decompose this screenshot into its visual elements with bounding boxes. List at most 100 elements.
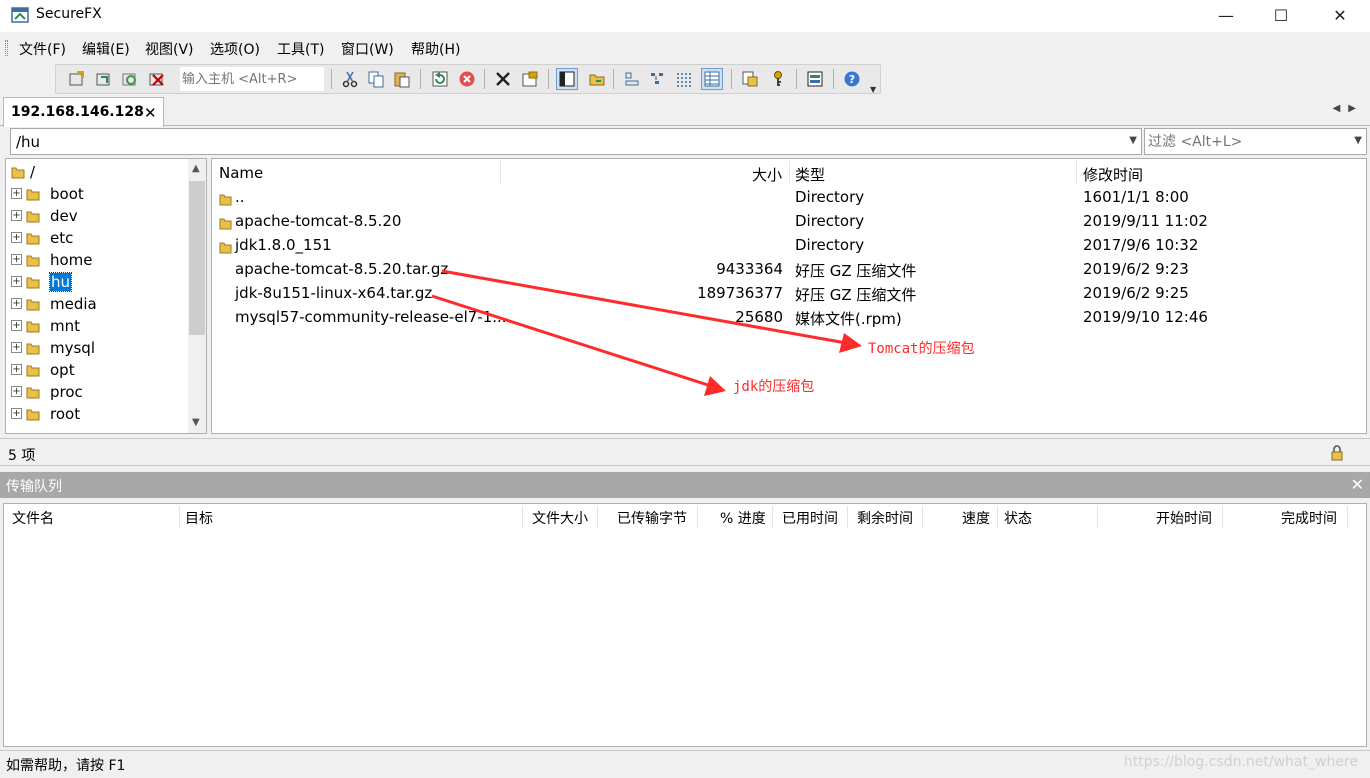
menu-file[interactable]: 文件(F) [19,39,66,59]
column-divider[interactable] [772,506,773,528]
menu-view[interactable]: 视图(V) [145,39,194,59]
quick-connect-icon[interactable] [93,68,115,90]
expand-plus-icon[interactable]: + [11,232,22,243]
menu-window[interactable]: 窗口(W) [341,39,394,59]
tree-root[interactable]: / [6,161,186,183]
tree-item-hu[interactable]: + hu [6,271,186,293]
host-input[interactable] [180,67,324,91]
expand-plus-icon[interactable]: + [11,408,22,419]
scroll-down-icon[interactable]: ▼ [192,417,200,428]
expand-plus-icon[interactable]: + [11,254,22,265]
tree-item-proc[interactable]: + proc [6,381,186,403]
paste-icon[interactable] [391,68,413,90]
column-header-modified[interactable]: 修改时间 [1083,164,1143,185]
column-divider[interactable] [179,506,180,528]
scroll-up-icon[interactable]: ▲ [192,163,200,174]
column-divider[interactable] [1076,161,1077,183]
menu-edit[interactable]: 编辑(E) [82,39,130,59]
filter-combobox[interactable]: ▼ [1144,128,1367,155]
properties-icon[interactable] [519,68,541,90]
column-divider[interactable] [1097,506,1098,528]
tree-item-dev[interactable]: + dev [6,205,186,227]
column-divider[interactable] [597,506,598,528]
details-view-icon[interactable] [701,68,723,90]
view-pane-icon[interactable] [556,68,578,90]
column-divider[interactable] [789,161,790,183]
queue-column-progress[interactable]: % 进度 [720,508,766,528]
expand-plus-icon[interactable]: + [11,342,22,353]
session-tab[interactable]: 192.168.146.128 ✕ [3,97,164,127]
file-row[interactable]: apache-tomcat-8.5.20 Directory 2019/9/11 1… [212,210,1366,234]
close-window-button[interactable]: ✕ [1312,0,1368,30]
column-divider[interactable] [1347,506,1348,528]
queue-column-finish-time[interactable]: 完成时间 [1281,508,1337,528]
tab-close-icon[interactable]: ✕ [144,104,157,122]
expand-plus-icon[interactable]: + [11,364,22,375]
column-header-type[interactable]: 类型 [795,164,825,185]
file-row[interactable]: jdk1.8.0_151 Directory 2017/9/6 10:32 [212,234,1366,258]
expand-plus-icon[interactable]: + [11,320,22,331]
tree-item-mysql[interactable]: + mysql [6,337,186,359]
sync-icon[interactable] [739,68,761,90]
small-icons-view-icon[interactable] [647,68,669,90]
chevron-down-icon[interactable]: ▼ [1354,135,1362,146]
column-divider[interactable] [922,506,923,528]
copy-icon[interactable] [365,68,387,90]
minimize-button[interactable]: — [1198,0,1254,30]
menubar-grip[interactable] [5,40,8,56]
maximize-button[interactable]: ☐ [1253,0,1309,30]
tab-scroll-arrows-icon[interactable]: ◀▶ [1333,103,1364,114]
expand-plus-icon[interactable]: + [11,298,22,309]
filter-input[interactable] [1148,132,1338,152]
queue-column-speed[interactable]: 速度 [962,508,990,528]
queue-column-start-time[interactable]: 开始时间 [1156,508,1212,528]
queue-column-status[interactable]: 状态 [1004,508,1032,528]
tree-item-opt[interactable]: + opt [6,359,186,381]
queue-column-filesize[interactable]: 文件大小 [532,508,588,528]
file-row[interactable]: .. Directory 1601/1/1 8:00 [212,186,1366,210]
column-header-size[interactable]: 大小 [752,164,782,185]
session-manager-icon[interactable] [804,68,826,90]
open-folder-icon[interactable] [586,68,608,90]
menu-options[interactable]: 选项(O) [210,39,260,59]
tree-item-home[interactable]: + home [6,249,186,271]
help-icon[interactable]: ? [841,68,863,90]
connect-icon[interactable] [66,68,88,90]
file-row[interactable]: mysql57-community-release-el7-1... 25680 媒… [212,306,1366,330]
column-divider[interactable] [1222,506,1223,528]
expand-plus-icon[interactable]: + [11,386,22,397]
expand-plus-icon[interactable]: + [11,210,22,221]
file-row[interactable]: apache-tomcat-8.5.20.tar.gz 9433364 好压 GZ … [212,258,1366,282]
file-row[interactable]: jdk-8u151-linux-x64.tar.gz 189736377 好压 GZ… [212,282,1366,306]
tree-item-root[interactable]: + root [6,403,186,425]
list-view-icon[interactable] [673,68,695,90]
path-combobox[interactable]: /hu ▼ [10,128,1142,155]
key-icon[interactable] [767,68,789,90]
queue-close-icon[interactable]: ✕ [1351,475,1364,494]
column-header-name[interactable]: Name [219,164,263,182]
delete-icon[interactable] [492,68,514,90]
stop-icon[interactable] [456,68,478,90]
column-divider[interactable] [522,506,523,528]
disconnect-icon[interactable] [146,68,168,90]
reconnect-icon[interactable] [119,68,141,90]
tree-item-etc[interactable]: + etc [6,227,186,249]
expand-plus-icon[interactable]: + [11,276,22,287]
queue-column-remaining[interactable]: 剩余时间 [857,508,913,528]
tree-item-mnt[interactable]: + mnt [6,315,186,337]
tree-scroll-thumb[interactable] [189,181,205,335]
toolbar-overflow-chevron-icon[interactable]: ▼ [870,85,876,94]
large-icons-view-icon[interactable] [621,68,643,90]
cut-icon[interactable] [339,68,361,90]
column-divider[interactable] [500,161,501,183]
queue-column-transferred[interactable]: 已传输字节 [617,508,687,528]
queue-column-target[interactable]: 目标 [185,508,213,528]
menu-help[interactable]: 帮助(H) [411,39,460,59]
menu-tools[interactable]: 工具(T) [277,39,324,59]
expand-plus-icon[interactable]: + [11,188,22,199]
chevron-down-icon[interactable]: ▼ [1129,135,1137,146]
queue-column-filename[interactable]: 文件名 [12,508,54,528]
column-divider[interactable] [697,506,698,528]
column-divider[interactable] [847,506,848,528]
queue-column-elapsed[interactable]: 已用时间 [782,508,838,528]
